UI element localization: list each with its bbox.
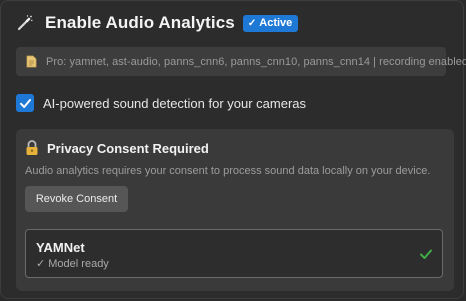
sound-detection-checkbox[interactable] <box>16 94 34 112</box>
magic-wand-icon <box>16 14 34 32</box>
panel-header: Enable Audio Analytics ✓ Active <box>16 12 299 34</box>
model-info-box: Pro: yamnet, ast-audio, panns_cnn6, pann… <box>16 47 466 76</box>
audio-analytics-panel: Enable Audio Analytics ✓ Active Pro: yam… <box>0 0 466 299</box>
page-title: Enable Audio Analytics <box>45 13 235 32</box>
consent-title: Privacy Consent Required <box>47 140 209 156</box>
model-info-text: Pro: yamnet, ast-audio, panns_cnn6, pann… <box>46 55 466 68</box>
check-icon: ✓ <box>247 17 257 29</box>
status-badge-label: Active <box>259 17 293 29</box>
lock-icon <box>25 140 39 156</box>
model-card[interactable]: YAMNet ✓ Model ready <box>25 229 443 278</box>
status-badge: ✓ Active <box>242 14 299 32</box>
revoke-consent-button[interactable]: Revoke Consent <box>25 186 128 212</box>
model-status: ✓ Model ready <box>36 258 109 270</box>
sound-detection-label: AI-powered sound detection for your came… <box>43 95 307 111</box>
document-icon <box>26 55 37 68</box>
privacy-consent-card: Privacy Consent Required Audio analytics… <box>16 129 454 291</box>
check-icon <box>419 247 433 261</box>
sound-detection-toggle[interactable]: AI-powered sound detection for your came… <box>16 93 306 113</box>
consent-header: Privacy Consent Required <box>25 139 209 157</box>
consent-description: Audio analytics requires your consent to… <box>25 165 431 177</box>
model-name: YAMNet <box>36 240 85 255</box>
